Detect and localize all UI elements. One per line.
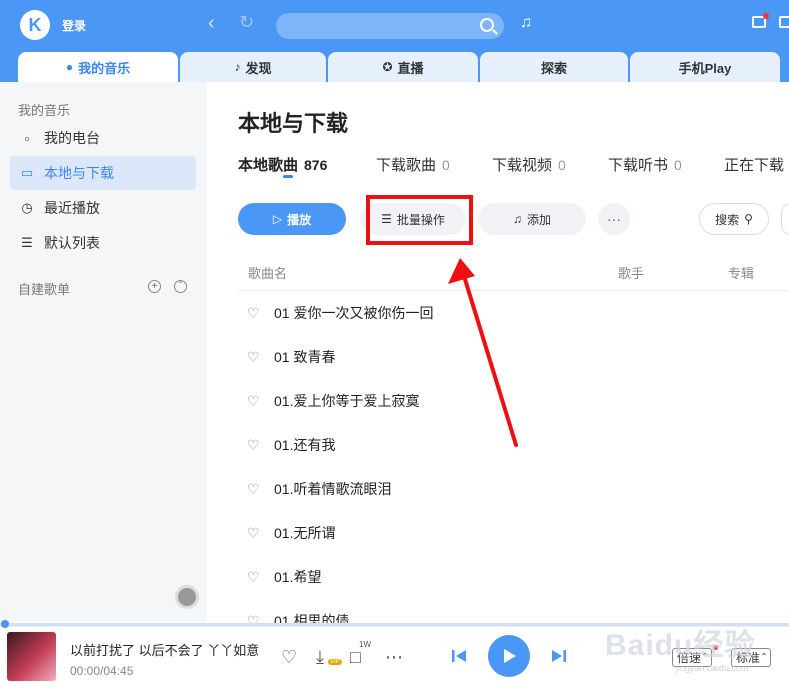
- sidebar-item-local[interactable]: ▭ 本地与下载: [10, 156, 196, 190]
- live-icon: ✪: [382, 60, 393, 74]
- add-playlist-icon[interactable]: +: [148, 280, 161, 293]
- tab-live[interactable]: ✪ 直播: [328, 52, 478, 82]
- add-music-icon: ♫: [512, 212, 522, 226]
- heart-icon[interactable]: ♡: [247, 569, 263, 586]
- search-icon: ⚲: [744, 212, 753, 226]
- progress-handle[interactable]: [1, 620, 9, 628]
- heart-icon[interactable]: ♡: [247, 393, 263, 410]
- vip-badge: VIP: [328, 659, 342, 665]
- playlist-icon: ☰: [21, 235, 33, 250]
- heart-icon[interactable]: ♡: [247, 437, 263, 454]
- sidebar-item-default-list[interactable]: ☰ 默认列表: [10, 226, 196, 260]
- notification-dot: [763, 13, 769, 19]
- tab-mobile-play[interactable]: 手机Play: [630, 52, 780, 82]
- person-icon: ●: [65, 60, 74, 74]
- subtab-downloaded-audiobooks[interactable]: 下载听书 0: [608, 154, 682, 175]
- sidebar-item-radio[interactable]: ▫ 我的电台: [10, 121, 196, 155]
- monitor-icon: ▭: [20, 165, 34, 180]
- play-all-button[interactable]: ▷ 播放: [238, 203, 346, 235]
- collapse-icon[interactable]: ˆ: [174, 280, 187, 293]
- refresh-icon[interactable]: ↻: [239, 12, 254, 33]
- tab-discover[interactable]: ♪ 发现: [180, 52, 326, 82]
- subtab-downloaded-songs[interactable]: 下载歌曲 0: [376, 154, 450, 175]
- chevron-up-icon: ˆ: [762, 650, 767, 665]
- comment-count: 1W: [359, 640, 371, 649]
- column-header-song[interactable]: 歌曲名: [248, 263, 287, 282]
- play-button[interactable]: [488, 635, 530, 677]
- clipped-button[interactable]: [781, 203, 789, 235]
- favorite-heart-icon[interactable]: ♡: [281, 647, 297, 668]
- sidebar-heading: 我的音乐: [18, 103, 71, 118]
- previous-track-icon[interactable]: [451, 648, 467, 664]
- annotation-highlight-box: [366, 195, 473, 245]
- back-arrow-icon[interactable]: ‹: [208, 12, 215, 35]
- music-note-icon: ♪: [234, 60, 241, 74]
- play-icon: [504, 649, 516, 663]
- add-button[interactable]: ♫ 添加: [478, 203, 586, 235]
- radio-icon: ▫: [24, 130, 30, 146]
- heart-icon[interactable]: ♡: [247, 349, 263, 366]
- more-options-button[interactable]: ···: [598, 203, 630, 235]
- column-header-artist[interactable]: 歌手: [618, 263, 644, 282]
- column-header-album[interactable]: 专辑: [728, 263, 754, 282]
- baidu-watermark: Baidu经验: [605, 629, 756, 662]
- heart-icon[interactable]: ♡: [247, 525, 263, 542]
- clock-icon: ◷: [21, 200, 33, 215]
- search-icon[interactable]: [480, 18, 494, 32]
- table-row[interactable]: ♡ 01.希望: [238, 555, 789, 599]
- app-logo[interactable]: K: [20, 10, 50, 40]
- playback-time: 00:00/04:45: [70, 664, 134, 678]
- now-playing-title[interactable]: 以前打扰了 以后不会了 丫丫如意: [70, 640, 268, 659]
- watermark-url: jingyan.baidu.com: [676, 663, 749, 673]
- active-tab-indicator: [283, 175, 293, 178]
- subtab-local-songs[interactable]: 本地歌曲 876: [238, 154, 327, 175]
- subtab-downloading[interactable]: 正在下载: [724, 154, 784, 175]
- annotation-arrow: [448, 258, 518, 447]
- tab-my-music[interactable]: ● 我的音乐: [18, 52, 178, 82]
- microphone-icon[interactable]: ♫: [520, 14, 532, 32]
- next-track-icon[interactable]: [551, 648, 567, 664]
- comment-icon[interactable]: □: [350, 647, 361, 668]
- table-row[interactable]: ♡ 01.听着情歌流眼泪: [238, 467, 789, 511]
- custom-playlist-heading: 自建歌单: [18, 282, 71, 297]
- table-row[interactable]: ♡ 01.无所谓: [238, 511, 789, 555]
- more-icon[interactable]: ⋯: [385, 647, 403, 668]
- album-cover[interactable]: [7, 632, 56, 681]
- page-title: 本地与下载: [238, 111, 349, 136]
- play-outline-icon: ▷: [272, 212, 283, 226]
- search-input[interactable]: [276, 13, 504, 39]
- download-icon[interactable]: ⤓: [316, 647, 324, 668]
- subtab-downloaded-videos[interactable]: 下载视频 0: [492, 154, 566, 175]
- tab-explore[interactable]: 探索: [480, 52, 628, 82]
- window-icon[interactable]: [779, 16, 789, 28]
- sidebar-item-recent[interactable]: ◷ 最近播放: [10, 191, 196, 225]
- login-link[interactable]: 登录: [62, 17, 86, 34]
- heart-icon[interactable]: ♡: [247, 481, 263, 498]
- search-songs-button[interactable]: 搜索 ⚲: [699, 203, 769, 235]
- floating-assist-icon[interactable]: [175, 585, 199, 609]
- heart-icon[interactable]: ♡: [247, 305, 263, 322]
